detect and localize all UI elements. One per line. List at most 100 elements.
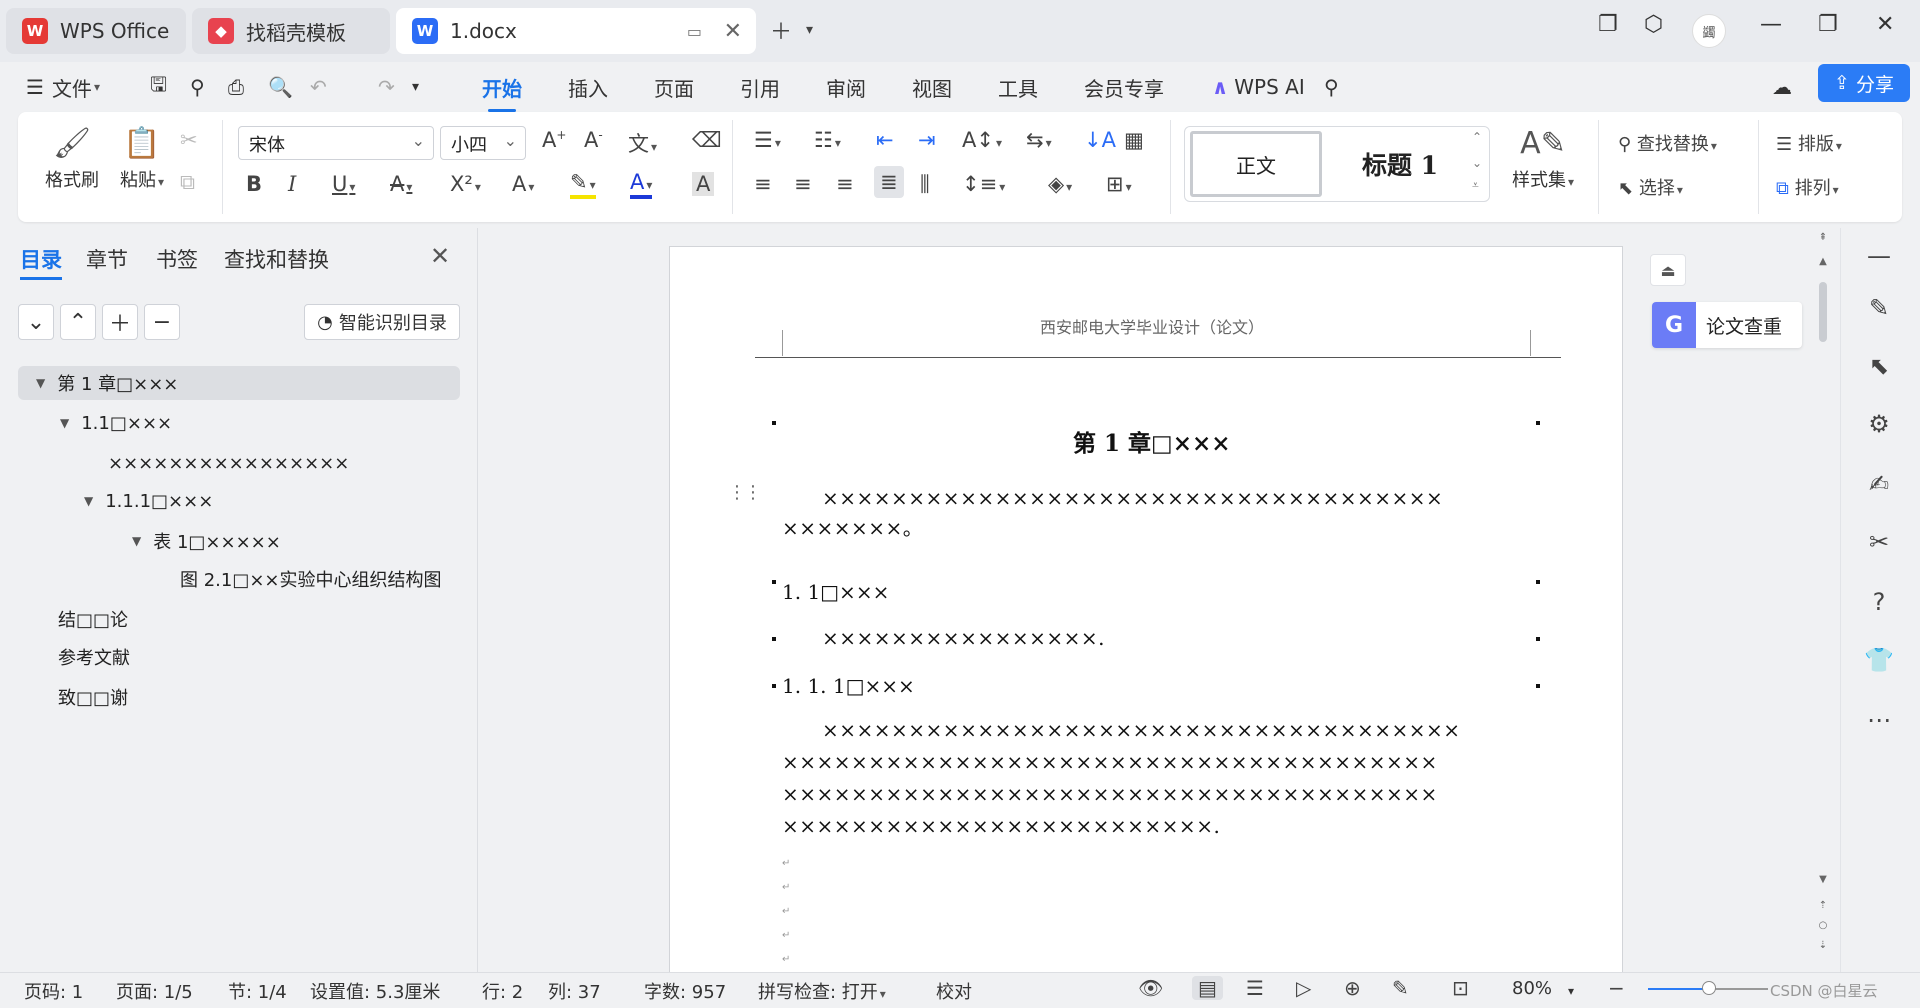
cloud-icon[interactable]: ☁ bbox=[1772, 70, 1792, 104]
strikethrough-icon[interactable]: A ▾ bbox=[390, 172, 412, 196]
nav-tab-sections[interactable]: 章节 bbox=[86, 244, 128, 274]
select-button[interactable]: ⬉ 选择 ▾ bbox=[1618, 174, 1683, 200]
toc-item[interactable]: 图 2.1□××实验中心组织结构图 bbox=[180, 562, 442, 596]
cube-icon[interactable]: ⬡ bbox=[1644, 12, 1663, 37]
font-name-select[interactable]: 宋体 ⌄ bbox=[238, 126, 434, 160]
tab-insert[interactable]: 插入 bbox=[568, 70, 608, 104]
bullet-list-icon[interactable]: ☰ ▾ bbox=[754, 128, 781, 152]
wps-ai-button[interactable]: ∧ WPS AI bbox=[1212, 70, 1305, 104]
font-color-icon[interactable]: A ▾ bbox=[630, 172, 653, 199]
tools-icon[interactable]: ✂ bbox=[1862, 528, 1896, 556]
more-chevron-icon[interactable]: ▾ bbox=[412, 70, 419, 104]
distribute-icon[interactable]: ⫼ bbox=[920, 172, 930, 197]
more-icon[interactable]: ⋯ bbox=[1862, 706, 1896, 734]
layout-button[interactable]: ☰ 排版 ▾ bbox=[1776, 130, 1842, 156]
show-marks-icon[interactable]: ▦ bbox=[1124, 128, 1144, 152]
toc-item[interactable]: 参考文献 bbox=[58, 640, 130, 674]
tab-view[interactable]: 视图 bbox=[912, 70, 952, 104]
toc-item[interactable]: 致□□谢 bbox=[58, 680, 128, 714]
section-indicator[interactable]: 节: 1/4 bbox=[228, 978, 287, 1004]
ai-write-icon[interactable]: ✍ bbox=[1862, 470, 1896, 498]
collapse-up-button[interactable]: ⌃ bbox=[60, 304, 96, 340]
close-icon[interactable]: ✕ bbox=[430, 242, 450, 270]
drag-handle-icon[interactable]: ⋮⋮ bbox=[728, 484, 762, 502]
gallery-scroll-down-icon[interactable]: ⌄ bbox=[1472, 156, 1482, 170]
scroll-top-icon[interactable]: ⇞ bbox=[1816, 232, 1830, 243]
cut-icon[interactable]: ✂ bbox=[180, 128, 198, 152]
superscript-icon[interactable]: X² ▾ bbox=[450, 172, 481, 196]
line-spacing-icon[interactable]: ↕≡ ▾ bbox=[962, 172, 1005, 196]
align-right-icon[interactable]: ≡ bbox=[836, 172, 854, 196]
close-window-icon[interactable]: ✕ bbox=[1876, 12, 1894, 37]
monitor-icon[interactable]: ▭ bbox=[687, 22, 702, 41]
zoom-out-icon[interactable]: − bbox=[1608, 976, 1625, 1000]
toc-item[interactable]: ▼ 表 1□××××× bbox=[132, 524, 281, 558]
nav-tab-toc[interactable]: 目录 bbox=[20, 244, 62, 280]
print-preview-icon[interactable]: 🔍 bbox=[268, 70, 293, 104]
clear-format-icon[interactable]: ⌫ bbox=[692, 128, 722, 152]
tab-wps-office[interactable]: W WPS Office bbox=[6, 8, 186, 54]
scroll-up-icon[interactable]: ▲ bbox=[1816, 256, 1830, 267]
pen-mode-icon[interactable]: ✎ bbox=[1392, 976, 1409, 1000]
arrange-button[interactable]: ⧉ 排列 ▾ bbox=[1776, 174, 1839, 200]
tab-page[interactable]: 页面 bbox=[654, 70, 694, 104]
page-view-icon[interactable]: ▤ bbox=[1192, 976, 1223, 1000]
next-page-icon[interactable]: ⇣ bbox=[1816, 940, 1830, 951]
underline-icon[interactable]: U ▾ bbox=[332, 172, 355, 196]
style-heading1[interactable]: 标题 1 bbox=[1330, 131, 1470, 197]
setting-value[interactable]: 设置值: 5.3厘米 bbox=[310, 978, 440, 1004]
proofread-button[interactable]: 校对 bbox=[936, 978, 972, 1004]
cursor-icon[interactable]: ⬉ bbox=[1862, 352, 1896, 380]
borders-icon[interactable]: ⊞ ▾ bbox=[1106, 172, 1132, 196]
spell-check-toggle[interactable]: 拼写检查: 打开 ▾ bbox=[758, 978, 886, 1004]
shading-icon[interactable]: ◈ ▾ bbox=[1048, 172, 1072, 196]
toc-item[interactable]: 结□□论 bbox=[58, 602, 128, 636]
help-icon[interactable]: ? bbox=[1862, 588, 1896, 616]
paper-check-button[interactable]: G 论文查重 bbox=[1652, 302, 1802, 348]
highlight-icon[interactable]: ✎ ▾ bbox=[570, 172, 596, 199]
nav-tab-find-replace[interactable]: 查找和替换 bbox=[224, 244, 329, 274]
copy-icon[interactable]: ⧉ bbox=[180, 170, 195, 195]
search-icon[interactable]: ⚲ bbox=[1324, 70, 1339, 104]
tab-review[interactable]: 审阅 bbox=[826, 70, 866, 104]
text-effect-icon[interactable]: A ▾ bbox=[512, 172, 534, 196]
eye-icon[interactable]: 👁 bbox=[1138, 976, 1163, 1000]
play-icon[interactable]: ▷ bbox=[1296, 976, 1311, 1000]
format-painter-button[interactable]: 🖌 格式刷 bbox=[40, 126, 104, 192]
zoom-level[interactable]: 80% bbox=[1512, 978, 1552, 999]
tab-document[interactable]: W 1.docx ▭ ✕ bbox=[396, 8, 756, 54]
justify-icon[interactable]: ≣ bbox=[874, 166, 904, 198]
toc-item[interactable]: ▼ 第 1 章□××× bbox=[18, 366, 460, 400]
web-view-icon[interactable]: ⊕ bbox=[1344, 976, 1361, 1000]
format-painter-small-icon[interactable]: ⚲ bbox=[190, 70, 205, 104]
pen-icon[interactable]: ✎ bbox=[1862, 294, 1896, 322]
zoom-slider-knob[interactable] bbox=[1702, 981, 1716, 995]
restore-icon[interactable]: ❐ bbox=[1818, 12, 1838, 37]
page-code[interactable]: 页码: 1 bbox=[24, 978, 83, 1004]
fit-screen-icon[interactable]: ⊡ bbox=[1452, 976, 1469, 1000]
italic-icon[interactable]: I bbox=[288, 172, 296, 196]
find-replace-button[interactable]: ⚲ 查找替换 ▾ bbox=[1618, 130, 1717, 156]
increase-indent-icon[interactable]: ⇥ bbox=[918, 128, 936, 152]
paste-button[interactable]: 📋 粘贴 ▾ bbox=[110, 126, 174, 192]
decrease-indent-icon[interactable]: ⇤ bbox=[876, 128, 894, 152]
toc-item[interactable]: ▼ 1.1.1□××× bbox=[84, 484, 213, 518]
toc-item[interactable]: ▼ 1.1□××× bbox=[60, 406, 172, 440]
new-tab-icon[interactable]: ＋ bbox=[770, 14, 792, 46]
outline-view-icon[interactable]: ☰ bbox=[1246, 976, 1264, 1000]
tab-home[interactable]: 开始 bbox=[482, 70, 522, 112]
gallery-scroll-up-icon[interactable]: ⌃ bbox=[1472, 130, 1482, 144]
gallery-expand-icon[interactable]: ⩡ bbox=[1472, 178, 1479, 193]
style-set-button[interactable]: A✎ 样式集 ▾ bbox=[1504, 126, 1582, 192]
vertical-scrollbar[interactable]: ⇞ ▲ ▼ ⇡ ○ ⇣ bbox=[1816, 232, 1830, 962]
smart-toc-button[interactable]: ◔ 智能识别目录 bbox=[304, 304, 460, 340]
style-normal[interactable]: 正文 bbox=[1190, 131, 1322, 197]
close-icon[interactable]: ✕ bbox=[724, 19, 742, 44]
remove-level-button[interactable]: − bbox=[144, 304, 180, 340]
prev-page-icon[interactable]: ⇡ bbox=[1816, 900, 1830, 911]
save-icon[interactable]: 🖫 bbox=[150, 70, 167, 104]
avatar[interactable]: 蠲 bbox=[1692, 14, 1726, 48]
window-layout-icon[interactable]: ❐ bbox=[1598, 12, 1618, 37]
redo-icon[interactable]: ↷ bbox=[378, 70, 395, 104]
scrollbar-thumb[interactable] bbox=[1819, 282, 1827, 342]
